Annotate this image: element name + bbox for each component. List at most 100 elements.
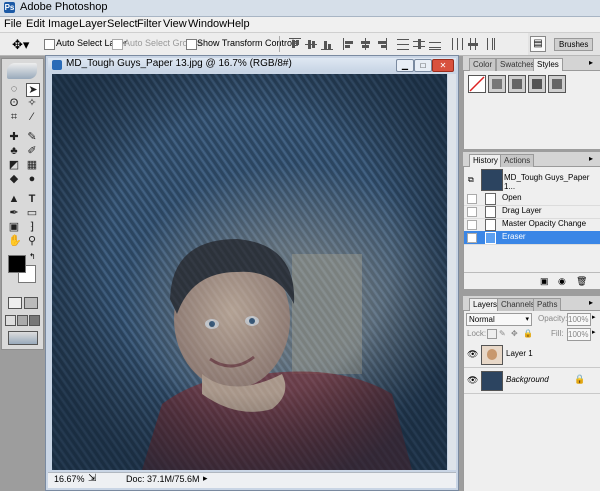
style-swatch[interactable]: [548, 75, 566, 93]
style-swatch[interactable]: [488, 75, 506, 93]
lock-image-icon[interactable]: ✎: [499, 329, 506, 338]
align-top-icon[interactable]: [289, 38, 301, 50]
show-transform-controls-checkbox[interactable]: [186, 39, 197, 50]
eyedropper-icon[interactable]: ⁆: [26, 221, 38, 233]
visibility-eye-icon[interactable]: 👁: [467, 375, 478, 386]
history-source-box[interactable]: [467, 194, 477, 204]
new-snapshot-icon[interactable]: ◉: [558, 276, 566, 287]
style-swatch[interactable]: [528, 75, 546, 93]
menu-edit[interactable]: Edit: [26, 18, 45, 30]
blend-mode-select[interactable]: Normal ▾: [466, 313, 532, 326]
history-item-selected[interactable]: Eraser: [464, 231, 600, 245]
history-source-box[interactable]: [467, 233, 477, 243]
menu-layer[interactable]: Layer: [79, 18, 107, 30]
opacity-arrow-icon[interactable]: ▸: [592, 313, 596, 321]
notes-tool-icon[interactable]: ▣: [8, 221, 20, 233]
history-source-box[interactable]: [467, 207, 477, 217]
pen-tool-icon[interactable]: ✒: [8, 207, 20, 219]
align-bottom-icon[interactable]: [321, 38, 333, 50]
opacity-field[interactable]: 100%: [567, 313, 591, 326]
image-canvas[interactable]: [52, 74, 447, 470]
lock-transparency-icon[interactable]: [487, 329, 497, 339]
swap-colors-icon[interactable]: ↰: [29, 252, 36, 261]
clone-stamp-icon[interactable]: ♣: [8, 145, 20, 157]
distribute-hcenter-icon[interactable]: [467, 38, 479, 50]
screen-mode-full-menu-icon[interactable]: [17, 315, 28, 326]
vertical-scrollbar[interactable]: [448, 74, 456, 470]
crop-tool-icon[interactable]: ⌗: [8, 111, 20, 123]
status-arrow-icon[interactable]: ⇲: [88, 473, 96, 484]
path-selection-icon[interactable]: ▲: [8, 193, 20, 205]
maximize-button[interactable]: □: [414, 59, 432, 72]
healing-brush-icon[interactable]: ✚: [8, 131, 20, 143]
layer-row[interactable]: 👁 Layer 1: [464, 342, 600, 368]
zoom-level[interactable]: 16.67%: [54, 474, 85, 484]
zoom-tool-icon[interactable]: ⚲: [26, 235, 38, 247]
new-document-from-state-icon[interactable]: ▣: [540, 276, 549, 287]
layer-name[interactable]: Layer 1: [506, 349, 533, 358]
history-item[interactable]: Open: [464, 192, 600, 206]
brush-tool-icon[interactable]: ✎: [26, 131, 38, 143]
fill-arrow-icon[interactable]: ▸: [592, 328, 596, 336]
menu-window[interactable]: Window: [188, 18, 227, 30]
jump-to-imageready-icon[interactable]: [8, 331, 38, 345]
align-left-icon[interactable]: [343, 38, 355, 50]
minimize-button[interactable]: ▁: [396, 59, 414, 72]
move-tool-preset-icon[interactable]: ✥▾: [12, 37, 29, 53]
lock-all-icon[interactable]: 🔒: [523, 329, 533, 338]
menu-help[interactable]: Help: [227, 18, 250, 30]
menu-view[interactable]: View: [163, 18, 187, 30]
fill-field[interactable]: 100%: [567, 328, 591, 341]
marquee-tool-icon[interactable]: ◌: [8, 83, 20, 95]
dodge-tool-icon[interactable]: ●: [26, 173, 38, 185]
tab-paths[interactable]: Paths: [533, 298, 562, 311]
auto-select-layer-checkbox[interactable]: [44, 39, 55, 50]
history-source-box[interactable]: [467, 220, 477, 230]
tab-color[interactable]: Color: [469, 58, 497, 71]
snapshot-label[interactable]: MD_Tough Guys_Paper 1...: [504, 173, 600, 191]
snapshot-source-icon[interactable]: ⧉: [468, 175, 476, 184]
history-item[interactable]: Master Opacity Change: [464, 218, 600, 232]
menu-filter[interactable]: Filter: [137, 18, 161, 30]
slice-tool-icon[interactable]: ⁄: [26, 111, 38, 123]
brushes-tab[interactable]: Brushes: [554, 38, 594, 51]
visibility-eye-icon[interactable]: 👁: [467, 349, 478, 360]
delete-state-icon[interactable]: 🗑: [576, 276, 587, 287]
align-vcenter-icon[interactable]: [305, 38, 317, 50]
standard-mode-icon[interactable]: [8, 297, 22, 309]
menu-image[interactable]: Image: [48, 18, 79, 30]
history-brush-icon[interactable]: ✐: [26, 145, 38, 157]
quickmask-mode-icon[interactable]: [24, 297, 38, 309]
type-tool-icon[interactable]: T: [26, 193, 38, 205]
align-right-icon[interactable]: [375, 38, 387, 50]
menu-select[interactable]: Select: [107, 18, 138, 30]
layer-name[interactable]: Background: [506, 375, 549, 384]
tab-styles[interactable]: Styles: [533, 58, 563, 71]
status-menu-arrow-icon[interactable]: ▸: [203, 473, 208, 484]
panel-menu-icon[interactable]: ▸: [589, 298, 593, 307]
distribute-right-icon[interactable]: [483, 38, 495, 50]
distribute-left-icon[interactable]: [451, 38, 463, 50]
shape-tool-icon[interactable]: ▭: [26, 207, 38, 219]
distribute-top-icon[interactable]: [397, 38, 409, 50]
style-swatch[interactable]: [508, 75, 526, 93]
history-item[interactable]: Drag Layer: [464, 205, 600, 219]
align-hcenter-icon[interactable]: [359, 38, 371, 50]
snapshot-thumbnail[interactable]: [481, 169, 503, 191]
screen-mode-standard-icon[interactable]: [5, 315, 16, 326]
screen-mode-full-icon[interactable]: [29, 315, 40, 326]
distribute-vcenter-icon[interactable]: [413, 38, 425, 50]
close-button[interactable]: ✕: [432, 59, 454, 72]
blur-tool-icon[interactable]: ◆: [8, 173, 20, 185]
tool-preset-icon[interactable]: ▤: [530, 36, 546, 52]
lasso-tool-icon[interactable]: ʘ: [8, 97, 20, 109]
panel-menu-icon[interactable]: ▸: [589, 154, 593, 163]
style-none-swatch[interactable]: [468, 75, 486, 93]
panel-menu-icon[interactable]: ▸: [589, 58, 593, 67]
hand-tool-icon[interactable]: ✋: [8, 235, 22, 247]
gradient-tool-icon[interactable]: ▦: [26, 159, 38, 171]
menu-file[interactable]: File: [4, 18, 22, 30]
tab-actions[interactable]: Actions: [500, 154, 535, 167]
eraser-tool-icon[interactable]: ◩: [8, 159, 20, 171]
distribute-bottom-icon[interactable]: [429, 38, 441, 50]
